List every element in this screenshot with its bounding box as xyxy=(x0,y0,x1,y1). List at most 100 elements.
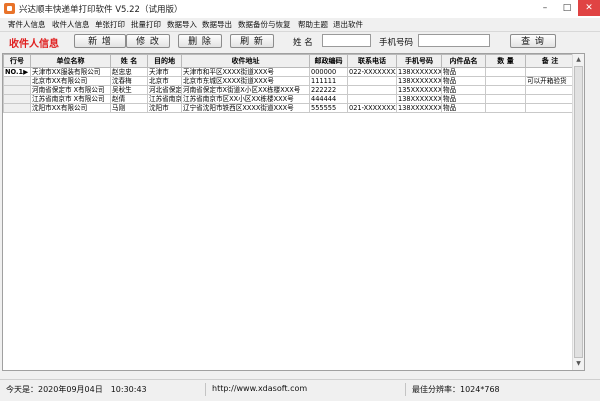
menu-data-import[interactable]: 数据导入 xyxy=(167,18,197,31)
mobile-cell[interactable]: 138XXXXXXX1 xyxy=(396,76,442,86)
scroll-up-icon[interactable]: ▲ xyxy=(574,55,583,65)
edit-button[interactable]: 修 改 xyxy=(126,34,170,48)
qty-cell[interactable] xyxy=(485,67,526,77)
name-cell[interactable]: 赵倩 xyxy=(110,94,148,104)
refresh-button[interactable]: 刷 新 xyxy=(230,34,274,48)
address-cell[interactable]: 北京市东城区XXXX街道XXX号 xyxy=(181,76,310,86)
menu-single-print[interactable]: 单张打印 xyxy=(95,18,125,31)
col-header-address[interactable]: 收件地址 xyxy=(181,54,310,68)
name-input[interactable] xyxy=(322,34,371,47)
qty-cell[interactable] xyxy=(485,103,526,113)
qty-cell[interactable] xyxy=(485,76,526,86)
zip-cell[interactable]: 444444 xyxy=(309,94,348,104)
status-url[interactable]: http://www.xdasoft.com xyxy=(212,384,307,393)
current-row-arrow-icon: ▶ xyxy=(23,67,29,76)
col-header-tel[interactable]: 联系电话 xyxy=(347,54,397,68)
col-header-qty[interactable]: 数 量 xyxy=(485,54,526,68)
name-label: 姓 名 xyxy=(293,38,313,48)
col-header-dest[interactable]: 目的地 xyxy=(147,54,182,68)
tel-cell[interactable]: 022-XXXXXXXX xyxy=(347,67,397,77)
col-header-mobile[interactable]: 手机号码 xyxy=(396,54,442,68)
scroll-down-icon[interactable]: ▼ xyxy=(574,359,583,369)
zip-cell[interactable]: 222222 xyxy=(309,85,348,95)
menu-backup-restore[interactable]: 数据备份与恢复 xyxy=(238,18,291,31)
item-cell[interactable]: 物品 xyxy=(441,85,486,95)
add-button[interactable]: 新 增 xyxy=(74,34,126,48)
row-number-cell[interactable] xyxy=(3,103,31,113)
note-cell[interactable] xyxy=(525,103,575,113)
table-row[interactable]: 沈阳市XX有限公司 马刚 沈阳市 辽宁省沈阳市铁西区XXXX街道XXX号 555… xyxy=(3,103,575,113)
qty-cell[interactable] xyxy=(485,85,526,95)
company-cell[interactable]: 天津市XX服装有限公司 xyxy=(30,67,111,77)
col-header-item[interactable]: 内件品名 xyxy=(441,54,486,68)
menu-data-export[interactable]: 数据导出 xyxy=(202,18,232,31)
menu-sender-info[interactable]: 寄件人信息 xyxy=(8,18,46,31)
row-number-cell[interactable]: NO.1▶ xyxy=(3,67,31,77)
mobile-cell[interactable]: 135XXXXXXX0 xyxy=(396,85,442,95)
window-title: 兴达顺丰快递单打印软件 V5.22（试用版） xyxy=(19,5,183,15)
zip-cell[interactable]: 555555 xyxy=(309,103,348,113)
col-header-name[interactable]: 姓 名 xyxy=(110,54,148,68)
menu-help[interactable]: 帮助主题 xyxy=(298,18,328,31)
company-cell[interactable]: 江苏省南京市 X有限公司 xyxy=(30,94,111,104)
col-header-row-num[interactable]: 行号 xyxy=(3,54,31,68)
address-cell[interactable]: 河南省保定市X街道X小区XX栋楼XXX号 xyxy=(181,85,310,95)
address-cell[interactable]: 江苏省南京市区XX小区XX栋楼XXX号 xyxy=(181,94,310,104)
menu-batch-print[interactable]: 批量打印 xyxy=(131,18,161,31)
menu-recipient-info[interactable]: 收件人信息 xyxy=(52,18,90,31)
item-cell[interactable]: 物品 xyxy=(441,94,486,104)
search-button[interactable]: 查 询 xyxy=(510,34,556,48)
table-row[interactable]: 河南省保定市 X有限公司 吴秋生 河北省保定 河南省保定市X街道X小区XX栋楼X… xyxy=(3,85,575,95)
maximize-button[interactable]: □ xyxy=(556,0,578,16)
zip-cell[interactable]: 000000 xyxy=(309,67,348,77)
table-row[interactable]: 江苏省南京市 X有限公司 赵倩 江苏省南京 江苏省南京市区XX小区XX栋楼XXX… xyxy=(3,94,575,104)
scroll-thumb[interactable] xyxy=(574,66,583,358)
note-cell[interactable] xyxy=(525,67,575,77)
zip-cell[interactable]: 111111 xyxy=(309,76,348,86)
col-header-zip[interactable]: 邮政编码 xyxy=(309,54,348,68)
note-cell[interactable] xyxy=(525,85,575,95)
name-cell[interactable]: 吴秋生 xyxy=(110,85,148,95)
phone-input[interactable] xyxy=(418,34,490,47)
dest-cell[interactable]: 沈阳市 xyxy=(147,103,182,113)
tel-cell[interactable] xyxy=(347,94,397,104)
phone-label: 手机号码 xyxy=(379,38,414,48)
tel-cell[interactable]: 021-XXXXXXXX xyxy=(347,103,397,113)
name-cell[interactable]: 马刚 xyxy=(110,103,148,113)
note-cell[interactable]: 可以开箱验货 xyxy=(525,76,575,86)
delete-button[interactable]: 删 除 xyxy=(178,34,222,48)
mobile-cell[interactable]: 138XXXXXXX0 xyxy=(396,103,442,113)
name-cell[interactable]: 赵忠忠 xyxy=(110,67,148,77)
close-button[interactable]: ✕ xyxy=(578,0,600,16)
col-header-note[interactable]: 备 注 xyxy=(525,54,575,68)
dest-cell[interactable]: 江苏省南京 xyxy=(147,94,182,104)
company-cell[interactable]: 沈阳市XX有限公司 xyxy=(30,103,111,113)
name-cell[interactable]: 沈春梅 xyxy=(110,76,148,86)
dest-cell[interactable]: 河北省保定 xyxy=(147,85,182,95)
mobile-cell[interactable]: 138XXXXXXX0 xyxy=(396,94,442,104)
row-number-cell[interactable] xyxy=(3,76,31,86)
company-cell[interactable]: 北京市XX有限公司 xyxy=(30,76,111,86)
row-number-cell[interactable] xyxy=(3,94,31,104)
minimize-button[interactable]: – xyxy=(534,0,556,16)
dest-cell[interactable]: 天津市 xyxy=(147,67,182,77)
qty-cell[interactable] xyxy=(485,94,526,104)
mobile-cell[interactable]: 138XXXXXXX0 xyxy=(396,67,442,77)
address-cell[interactable]: 天津市和平区XXXX街道XXX号 xyxy=(181,67,310,77)
dest-cell[interactable]: 北京市 xyxy=(147,76,182,86)
note-cell[interactable] xyxy=(525,94,575,104)
menu-exit[interactable]: 退出软件 xyxy=(333,18,363,31)
tel-cell[interactable] xyxy=(347,85,397,95)
item-cell[interactable]: 物品 xyxy=(441,103,486,113)
table-row[interactable]: NO.1▶ 天津市XX服装有限公司 赵忠忠 天津市 天津市和平区XXXX街道XX… xyxy=(3,67,575,77)
row-number-cell[interactable] xyxy=(3,85,31,95)
address-cell[interactable]: 辽宁省沈阳市铁西区XXXX街道XXX号 xyxy=(181,103,310,113)
vertical-scrollbar[interactable]: ▲ ▼ xyxy=(572,54,584,370)
item-cell[interactable]: 物品 xyxy=(441,76,486,86)
tel-cell[interactable] xyxy=(347,76,397,86)
col-header-company[interactable]: 单位名称 xyxy=(30,54,111,68)
table-row[interactable]: 北京市XX有限公司 沈春梅 北京市 北京市东城区XXXX街道XXX号 11111… xyxy=(3,76,575,86)
status-resolution: 最佳分辨率：1024*768 xyxy=(412,385,500,394)
company-cell[interactable]: 河南省保定市 X有限公司 xyxy=(30,85,111,95)
item-cell[interactable]: 物品 xyxy=(441,67,486,77)
